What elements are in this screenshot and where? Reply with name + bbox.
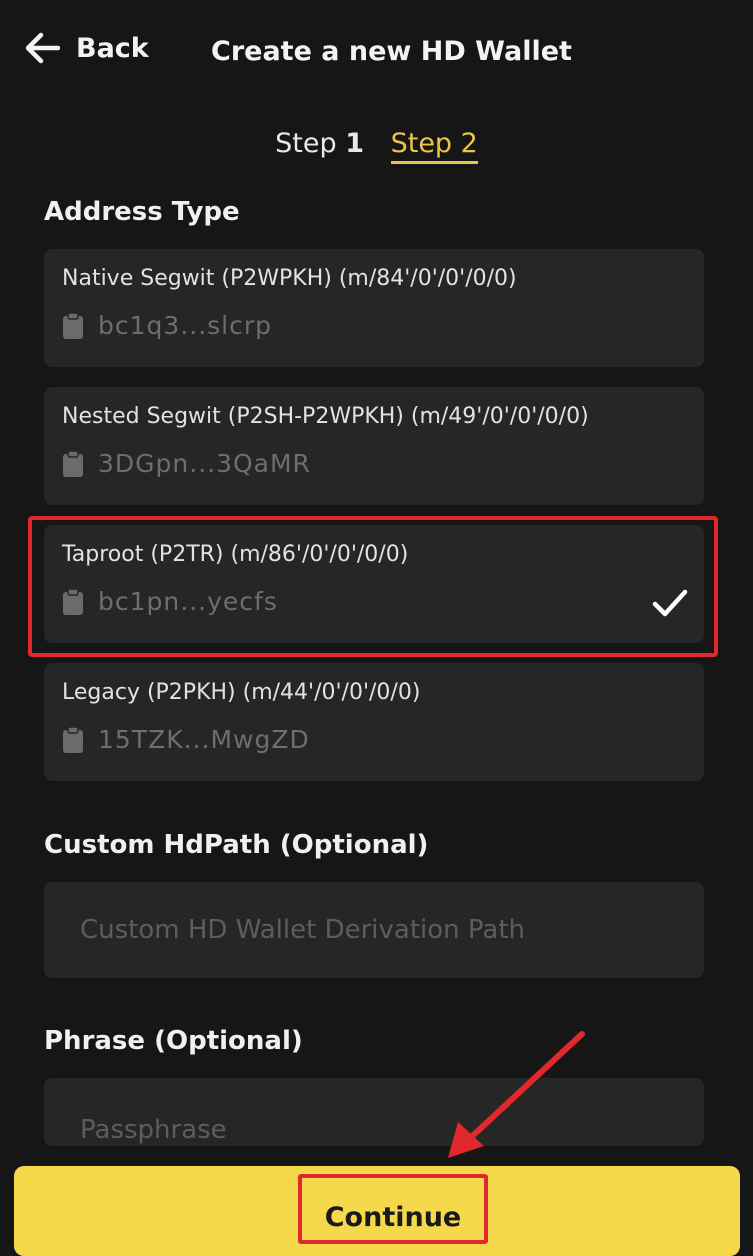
address-row: bc1pn...yecfs	[62, 587, 278, 616]
address-row: bc1q3...slcrp	[62, 311, 272, 340]
continue-label: Continue	[298, 1174, 488, 1244]
annotation-arrow	[448, 1031, 585, 1158]
clipboard-icon[interactable]	[62, 449, 84, 478]
arrow-left-icon	[25, 32, 60, 64]
address-row: 3DGpn...3QaMR	[62, 449, 311, 478]
address-value: bc1pn...yecfs	[98, 587, 278, 616]
address-value: bc1q3...slcrp	[98, 311, 272, 340]
step-1-number: 1	[345, 128, 364, 159]
clipboard-icon[interactable]	[62, 311, 84, 340]
address-option-nested-segwit[interactable]: Nested Segwit (P2SH-P2WPKH) (m/49'/0'/0'…	[44, 387, 704, 505]
address-option-name: Taproot (P2TR) (m/86'/0'/0'/0/0)	[62, 542, 409, 567]
step-indicator: Step 1 Step 2	[0, 128, 753, 164]
address-value: 15TZK...MwgZD	[98, 725, 310, 754]
header: Back Create a new HD Wallet	[0, 0, 753, 108]
back-button[interactable]: Back	[24, 32, 149, 64]
custom-hdpath-label: Custom HdPath (Optional)	[44, 830, 429, 860]
address-row: 15TZK...MwgZD	[62, 725, 310, 754]
address-option-legacy[interactable]: Legacy (P2PKH) (m/44'/0'/0'/0/0) 15TZK..…	[44, 663, 704, 781]
clipboard-icon[interactable]	[62, 725, 84, 754]
step-1-label: Step	[275, 128, 346, 159]
address-option-name: Nested Segwit (P2SH-P2WPKH) (m/49'/0'/0'…	[62, 404, 589, 429]
address-option-taproot[interactable]: Taproot (P2TR) (m/86'/0'/0'/0/0) bc1pn..…	[44, 525, 704, 643]
address-option-name: Native Segwit (P2WPKH) (m/84'/0'/0'/0/0)	[62, 266, 517, 291]
address-type-label: Address Type	[44, 197, 240, 227]
step-1[interactable]: Step 1	[275, 128, 364, 159]
passphrase-input[interactable]	[44, 1078, 704, 1146]
page-title: Create a new HD Wallet	[211, 36, 572, 67]
address-option-name: Legacy (P2PKH) (m/44'/0'/0'/0/0)	[62, 680, 421, 705]
check-icon	[652, 589, 688, 617]
custom-hdpath-input[interactable]	[44, 882, 704, 978]
clipboard-icon[interactable]	[62, 587, 84, 616]
address-option-native-segwit[interactable]: Native Segwit (P2WPKH) (m/84'/0'/0'/0/0)…	[44, 249, 704, 367]
phrase-label: Phrase (Optional)	[44, 1026, 303, 1056]
address-value: 3DGpn...3QaMR	[98, 449, 311, 478]
back-label: Back	[76, 32, 149, 64]
step-2[interactable]: Step 2	[390, 128, 478, 164]
continue-button[interactable]: Continue	[14, 1166, 740, 1256]
